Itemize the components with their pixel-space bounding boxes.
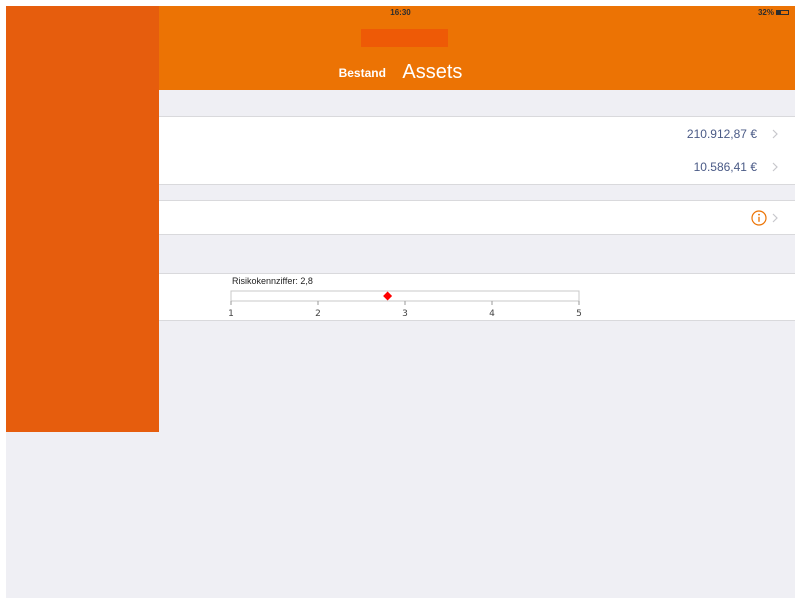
risk-tick-label: 4 (489, 309, 495, 319)
chevron-right-icon (772, 162, 778, 172)
info-row[interactable] (159, 200, 795, 235)
chevron-right-icon (772, 129, 778, 139)
risk-scale: 1 2 3 4 5 (228, 290, 582, 319)
info-icon[interactable] (751, 210, 767, 226)
risk-label: Risikokennziffer: 2,8 (232, 276, 313, 286)
back-button-bestand[interactable]: Bestand (339, 66, 386, 80)
chevron-right-icon (772, 213, 778, 223)
risk-tick-label: 3 (402, 309, 408, 319)
risk-tick-label: 2 (315, 309, 321, 319)
asset-row-2[interactable]: 10.586,41 € (159, 150, 795, 185)
page-title: Assets (402, 61, 463, 83)
redacted-block (361, 29, 448, 47)
status-battery: 32% (758, 8, 789, 17)
risk-scale-bar (230, 290, 580, 302)
asset-value-1: 210.912,87 € (686, 127, 757, 141)
risk-tick-label: 1 (228, 309, 234, 319)
app-screen: 16:30 32% Bestand Assets 210.912,87 € 10… (6, 6, 795, 598)
risk-indicator-row: Risikokennziffer: 2,8 1 2 3 4 5 (159, 273, 795, 321)
asset-value-2: 10.586,41 € (693, 160, 757, 174)
battery-percentage: 32% (757, 8, 774, 17)
risk-tick-label: 5 (576, 309, 582, 319)
battery-icon (776, 10, 789, 15)
sidebar-panel (6, 6, 159, 432)
asset-row-1[interactable]: 210.912,87 € (159, 116, 795, 151)
